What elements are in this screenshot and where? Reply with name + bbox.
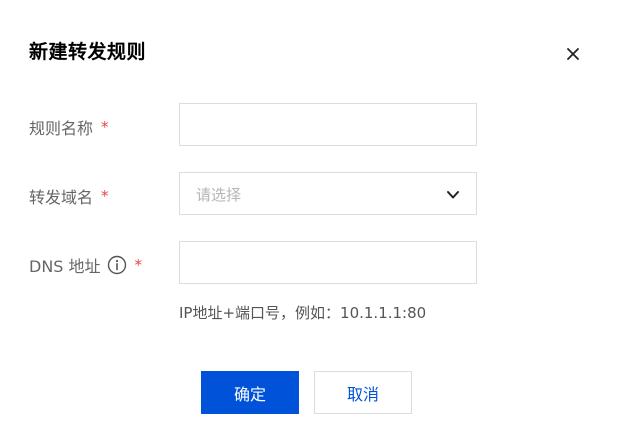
info-icon[interactable]	[107, 255, 127, 275]
cancel-button[interactable]: 取消	[314, 371, 412, 414]
close-icon[interactable]	[563, 44, 583, 64]
dns-address-label: DNS 地址	[29, 257, 101, 276]
new-forward-rule-dialog: 新建转发规则 规则名称 * 转发域名 * 请选择 DNS 地址 * IP地址+端…	[0, 0, 617, 447]
forward-domain-label: 转发域名	[29, 188, 94, 207]
required-mark: *	[101, 118, 109, 136]
dns-address-label-group: DNS 地址 *	[29, 253, 142, 277]
required-mark: *	[101, 187, 109, 205]
dialog-title: 新建转发规则	[29, 41, 147, 63]
rule-name-input[interactable]	[179, 103, 477, 146]
chevron-down-icon	[446, 187, 460, 201]
required-mark: *	[134, 256, 143, 274]
confirm-button[interactable]: 确定	[201, 371, 299, 414]
dns-address-input[interactable]	[179, 241, 477, 284]
dns-address-hint: IP地址+端口号，例如：10.1.1.1:80	[179, 304, 427, 322]
rule-name-label-group: 规则名称 *	[29, 115, 109, 139]
forward-domain-label-group: 转发域名 *	[29, 184, 109, 208]
rule-name-label: 规则名称	[29, 119, 94, 138]
forward-domain-placeholder: 请选择	[196, 186, 242, 204]
forward-domain-select[interactable]: 请选择	[179, 172, 477, 215]
